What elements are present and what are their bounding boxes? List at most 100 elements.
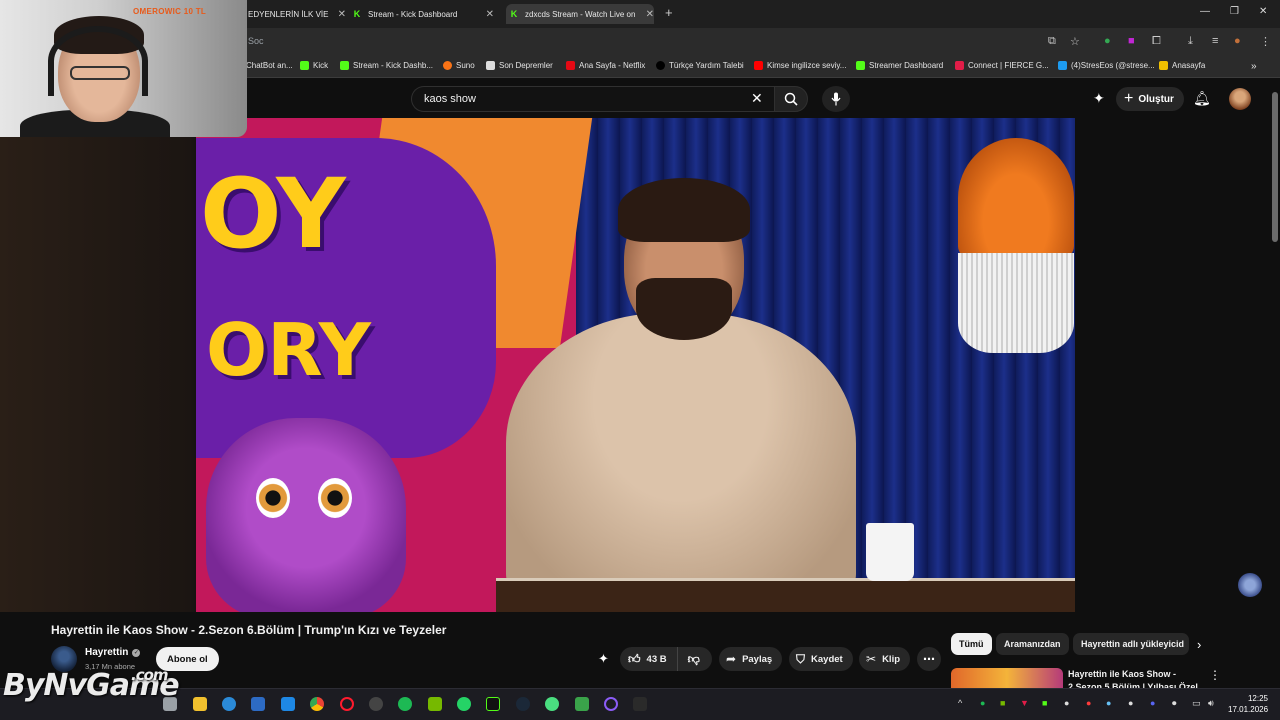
minimize-icon[interactable]: —	[1200, 6, 1210, 17]
download-icon[interactable]: ⤓	[1188, 35, 1193, 48]
extensions-puzzle-icon[interactable]: ⧠	[1152, 35, 1161, 48]
tab-label: zdxcds Stream - Watch Live on	[525, 9, 636, 19]
outlook-icon[interactable]	[281, 697, 295, 711]
spotify-icon[interactable]	[398, 697, 412, 711]
kick-app-icon[interactable]	[486, 697, 500, 711]
notifications-bell-icon[interactable]: 🔔︎	[1193, 90, 1211, 107]
browser-tab-2[interactable]: K Stream - Kick Dashboard ✕	[350, 4, 494, 24]
extension-icon[interactable]: ●	[1104, 35, 1111, 47]
chrome-icon[interactable]	[310, 697, 324, 711]
bookmark-item[interactable]: Kimse ingilizce seviy...	[754, 61, 846, 70]
steam-icon[interactable]	[516, 697, 530, 711]
bookmark-item[interactable]: Ana Sayfa - Netflix	[566, 61, 645, 70]
clock-time: 12:25	[1247, 694, 1268, 703]
bookmark-label: ChatBot an...	[246, 61, 293, 70]
close-tab-icon[interactable]: ✕	[646, 9, 654, 20]
recommended-menu-icon[interactable]: ⋮	[1209, 668, 1221, 682]
new-tab-button[interactable]: +	[665, 5, 673, 20]
store-icon[interactable]	[251, 697, 265, 711]
close-window-icon[interactable]: ✕	[1259, 6, 1267, 17]
host-hair	[618, 178, 750, 242]
tray-mic-icon[interactable]: ⏺	[1172, 698, 1177, 709]
minecraft-icon[interactable]	[575, 697, 589, 711]
more-bookmarks-icon[interactable]: »	[1251, 61, 1257, 72]
account-avatar[interactable]	[1229, 88, 1251, 110]
bookmark-item[interactable]: Anasayfa	[1159, 61, 1205, 70]
clock[interactable]: 12:25 17.01.2026	[1228, 693, 1268, 715]
browser-tab-1[interactable]: EDYENLERİN İLK VİE ✕	[248, 4, 346, 24]
save-button[interactable]: ⛉ Kaydet	[789, 647, 853, 671]
tray-app-icon[interactable]: ●	[1128, 698, 1133, 708]
tray-chevron-icon[interactable]: ^	[958, 698, 962, 708]
bookmark-label: Streamer Dashboard	[869, 61, 944, 70]
recommended-video-thumbnail[interactable]	[951, 668, 1063, 688]
tray-spotify-icon[interactable]: ●	[980, 698, 985, 708]
tray-steam-icon[interactable]: ●	[1106, 698, 1111, 708]
bookmark-item[interactable]: Stream - Kick Dashb...	[340, 61, 433, 70]
voice-search-button[interactable]	[822, 86, 850, 112]
clear-search-icon[interactable]: ✕	[751, 90, 763, 107]
more-actions-button[interactable]: ⋯	[917, 647, 941, 671]
opera-icon[interactable]	[340, 697, 354, 711]
channel-watermark-icon[interactable]	[1238, 573, 1262, 597]
close-tab-icon[interactable]: ✕	[486, 9, 494, 20]
reading-list-icon[interactable]: ≡	[1212, 35, 1218, 47]
chevron-right-icon[interactable]: ›	[1197, 637, 1201, 652]
bookmark-item[interactable]: ChatBot an...	[246, 61, 293, 70]
tray-discord-icon[interactable]: ●	[1150, 698, 1155, 708]
epic-games-icon[interactable]	[633, 697, 647, 711]
kick-icon	[856, 61, 865, 70]
bookmark-item[interactable]: Kick	[300, 61, 328, 70]
thumbs-up-icon: 👍︎	[628, 651, 641, 666]
app-icon[interactable]	[604, 697, 618, 711]
create-button[interactable]: + Oluştur	[1116, 87, 1184, 111]
bookmark-label: Stream - Kick Dashb...	[353, 61, 434, 70]
chip-all[interactable]: Tümü	[951, 633, 992, 655]
bookmark-item[interactable]: Suno	[443, 61, 475, 70]
donation-overlay-text: OMEROWIC 10 TL	[133, 7, 207, 16]
search-button[interactable]	[774, 86, 808, 112]
nvidia-icon[interactable]	[428, 697, 442, 711]
bookmark-item[interactable]: Türkçe Yardım Talebi	[656, 61, 744, 70]
obs-icon[interactable]	[369, 697, 383, 711]
like-button[interactable]: 👍︎ 43 B	[620, 647, 678, 671]
tray-app-icon[interactable]: ▼	[1020, 698, 1029, 708]
video-player[interactable]: OY ORY	[196, 118, 1075, 612]
install-app-icon[interactable]: ⧉	[1048, 35, 1056, 48]
host-jacket	[506, 313, 856, 603]
tray-kick-icon[interactable]: ■	[1042, 698, 1047, 708]
extension-icon[interactable]: ■	[1128, 35, 1135, 47]
share-button[interactable]: ➦ Paylaş	[719, 647, 783, 671]
bookmark-item[interactable]: Connect | FIERCE G...	[955, 61, 1049, 70]
whatsapp-icon[interactable]	[457, 697, 471, 711]
tray-network-icon[interactable]: ▭	[1192, 698, 1201, 709]
sparkle-icon[interactable]: ✦	[1093, 90, 1105, 107]
url-field[interactable]: Soc	[248, 36, 264, 46]
chip-from-search[interactable]: Aramanızdan	[996, 633, 1069, 655]
chip-from-uploader[interactable]: Hayrettin adlı yükleyicid	[1073, 633, 1189, 655]
close-tab-icon[interactable]: ✕	[338, 9, 346, 20]
scrollbar-thumb[interactable]	[1272, 92, 1278, 242]
ask-sparkle-icon[interactable]: ✦	[598, 651, 609, 667]
file-explorer-icon[interactable]	[193, 697, 207, 711]
profile-avatar-icon[interactable]: ●	[1234, 35, 1241, 47]
bookmark-icon: ⛉	[796, 651, 806, 666]
clip-button[interactable]: ✂ Klip	[859, 647, 911, 671]
game-app-icon[interactable]	[545, 697, 559, 711]
tray-app-icon[interactable]: ●	[1064, 698, 1069, 708]
bookmark-item[interactable]: Son Depremler	[486, 61, 553, 70]
bookmark-item[interactable]: Streamer Dashboard	[856, 61, 943, 70]
streamer-webcam: OMEROWIC 10 TL	[0, 0, 247, 137]
browser-tab-3-active[interactable]: K zdxcds Stream - Watch Live on ✕	[506, 4, 654, 24]
tray-volume-icon[interactable]: 🔊︎	[1208, 698, 1214, 709]
browser-menu-icon[interactable]: ⋮	[1260, 35, 1271, 48]
tray-nvidia-icon[interactable]: ■	[1000, 698, 1005, 708]
youtube-icon	[754, 61, 763, 70]
bookmark-star-icon[interactable]: ☆	[1070, 35, 1080, 48]
edge-icon[interactable]	[222, 697, 236, 711]
channel-name-link[interactable]: Hayrettin ✓	[85, 647, 141, 658]
restore-icon[interactable]: ❐	[1230, 6, 1239, 17]
tray-record-icon[interactable]: ●	[1086, 698, 1091, 708]
dislike-button[interactable]: 👎︎	[678, 652, 700, 667]
bookmark-item[interactable]: (4)StresEos (@strese...	[1058, 61, 1155, 70]
